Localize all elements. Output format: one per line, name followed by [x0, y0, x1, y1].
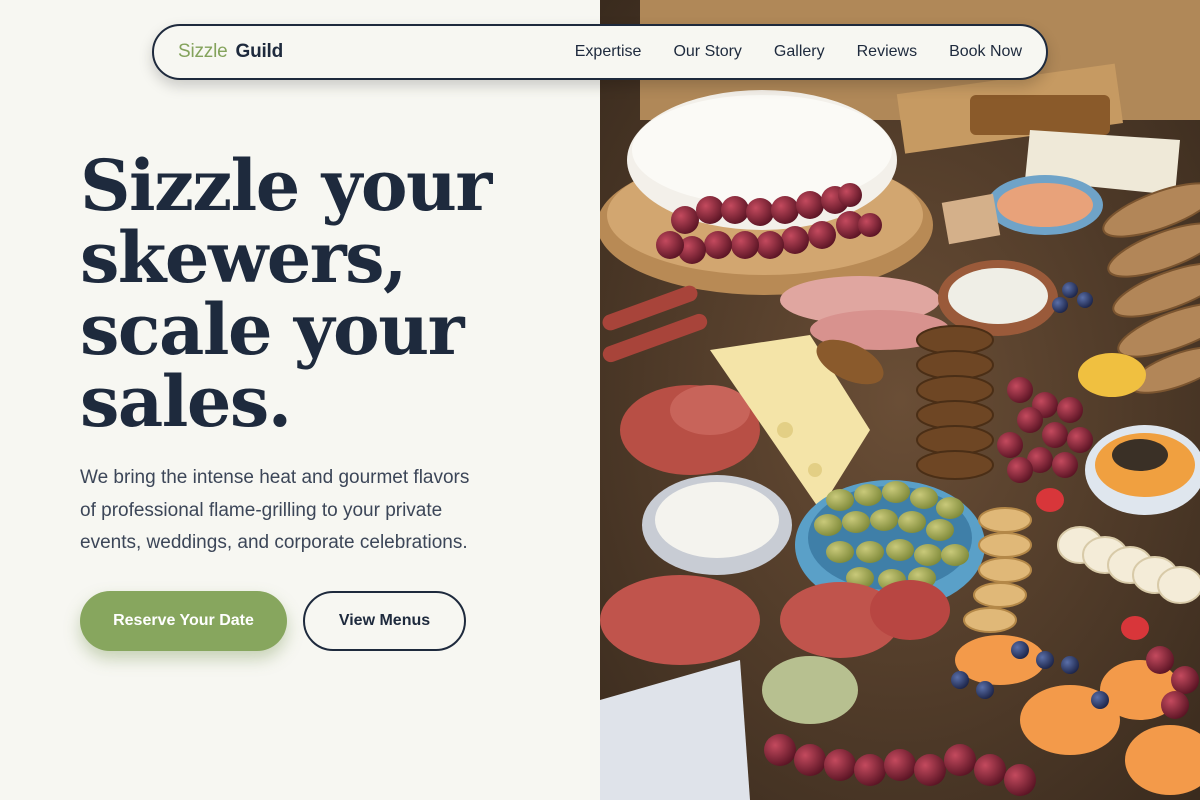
brand-logo[interactable]: Sizzle Guild: [178, 41, 283, 63]
hero-subtext: We bring the intense heat and gourmet fl…: [80, 462, 540, 560]
brand-name-first: Sizzle: [178, 41, 228, 62]
reserve-date-button[interactable]: Reserve Your Date: [80, 591, 287, 651]
headline-line: sales.: [80, 360, 292, 443]
view-menus-button[interactable]: View Menus: [303, 591, 466, 651]
headline-line: Sizzle your: [80, 144, 492, 227]
charcuterie-board-image: skewerasia: [600, 0, 1200, 800]
navbar: Sizzle Guild Expertise Our Story Gallery…: [152, 24, 1048, 80]
nav-links: Expertise Our Story Gallery Reviews Book…: [575, 43, 1022, 61]
nav-link-reviews[interactable]: Reviews: [857, 43, 917, 61]
brand-name-second: Guild: [235, 41, 284, 62]
nav-link-expertise[interactable]: Expertise: [575, 43, 642, 61]
nav-link-our-story[interactable]: Our Story: [673, 43, 741, 61]
headline-line: skewers,: [80, 216, 407, 299]
nav-link-book-now[interactable]: Book Now: [949, 43, 1022, 61]
headline-line: scale your: [80, 288, 465, 371]
charcuterie-illustration: [600, 0, 1200, 800]
nav-link-gallery[interactable]: Gallery: [774, 43, 825, 61]
subtext-line: events, weddings, and corporate celebrat…: [80, 532, 468, 553]
hero-headline: Sizzle your skewers, scale your sales.: [80, 150, 560, 438]
subtext-line: of professional flame-grilling to your p…: [80, 499, 443, 521]
subtext-line: We bring the intense heat and gourmet fl…: [80, 467, 470, 488]
